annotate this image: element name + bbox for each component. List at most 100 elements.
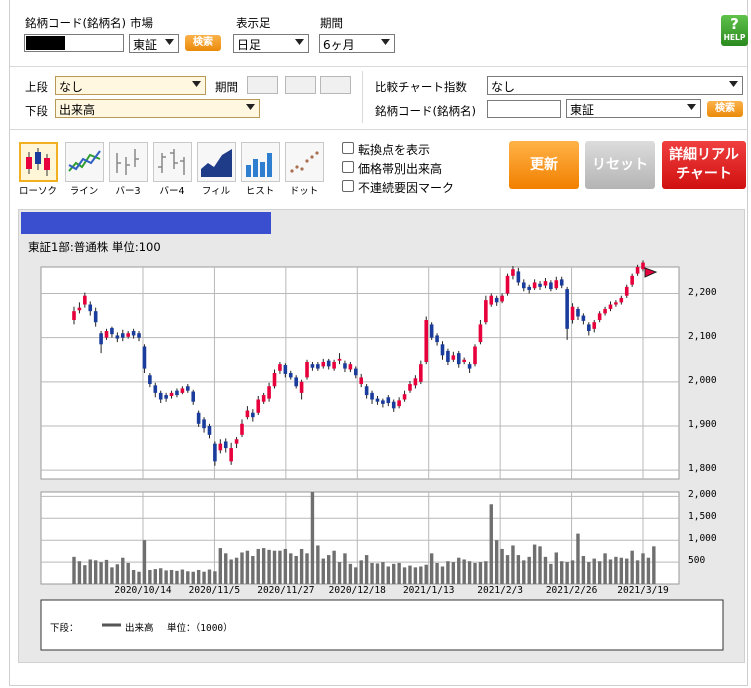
candle-body: [202, 419, 206, 429]
volume-bar: [310, 492, 315, 584]
candle-body: [424, 320, 429, 362]
x-tick-label: 2020/11/5: [188, 585, 241, 596]
candle-body: [245, 410, 250, 418]
volume-bar: [131, 569, 136, 584]
volume-bar: [478, 562, 483, 584]
volume-bar: [326, 555, 331, 584]
candle-body: [142, 346, 147, 369]
candle-body: [364, 386, 369, 396]
volume-bar: [234, 557, 239, 584]
volume-bar: [245, 550, 250, 584]
candle-body: [326, 360, 331, 367]
candle-body: [489, 295, 494, 305]
volume-bar: [608, 559, 613, 584]
volume-bar: [554, 552, 558, 584]
candle-body: [440, 344, 445, 356]
volume-bar: [186, 571, 190, 584]
candle-body: [148, 375, 152, 385]
volume-bar: [381, 562, 385, 584]
volume-tick-label: 500: [688, 555, 706, 567]
volume-tick-label: 1,000: [688, 533, 717, 545]
candle-body: [180, 388, 185, 393]
volume-bar: [635, 560, 640, 584]
candle-body: [370, 392, 374, 400]
volume-bar: [419, 566, 423, 584]
volume-bar: [511, 545, 515, 584]
candle-body: [343, 363, 347, 369]
volume-tick-label: 2,000: [688, 489, 717, 501]
volume-bar: [402, 567, 407, 584]
volume-bar: [560, 561, 564, 584]
volume-bar: [169, 569, 174, 584]
volume-bar: [549, 563, 553, 584]
candle-body: [299, 381, 304, 393]
candle-body: [559, 279, 564, 286]
candle-body: [218, 443, 223, 451]
volume-bar: [283, 548, 288, 584]
candle-body: [310, 364, 315, 368]
candle-body: [435, 335, 439, 343]
candle-body: [451, 355, 456, 360]
candle-body: [619, 297, 624, 303]
candle-body: [500, 295, 504, 302]
volume-bar: [375, 563, 380, 584]
volume-bar: [289, 553, 293, 584]
candle-body: [126, 333, 130, 337]
volume-bar: [538, 546, 542, 584]
candle-body: [207, 426, 212, 435]
candle-body: [158, 392, 163, 400]
candle-body: [446, 350, 450, 362]
x-tick-label: 2021/2/26: [545, 585, 598, 596]
volume-tick-label: 1,500: [688, 511, 717, 523]
candle-body: [521, 282, 526, 289]
candle-body: [549, 282, 553, 290]
candle-body: [104, 331, 109, 338]
volume-bar: [348, 563, 353, 584]
volume-bar: [424, 564, 428, 584]
candle-body: [213, 443, 217, 462]
candle-body: [614, 302, 618, 305]
x-tick-label: 2020/11/27: [257, 585, 315, 596]
candle-body: [413, 378, 418, 386]
volume-bar: [392, 563, 396, 584]
x-tick-label: 2021/2/3: [477, 585, 524, 596]
candle-body: [456, 353, 461, 365]
volume-bar: [213, 571, 217, 584]
volume-bar: [397, 562, 401, 584]
candle-body: [175, 390, 179, 396]
volume-bar: [180, 569, 185, 584]
volume-bar: [77, 561, 82, 584]
volume-bar: [93, 560, 98, 584]
volume-bar: [543, 556, 548, 584]
volume-bar: [202, 571, 206, 584]
candle-body: [288, 373, 293, 378]
volume-bar: [614, 556, 618, 584]
x-tick-label: 2020/12/18: [328, 585, 386, 596]
volume-bar: [299, 548, 304, 584]
volume-bar: [218, 548, 223, 584]
volume-bar: [527, 556, 531, 584]
candle-body: [229, 448, 233, 462]
candle-body: [283, 365, 288, 374]
candle-body: [635, 267, 640, 274]
volume-bar: [261, 548, 266, 584]
candle-body: [581, 315, 586, 321]
volume-bar: [159, 568, 163, 584]
candle-body: [294, 377, 298, 387]
candle-body: [391, 401, 396, 409]
candle-body: [191, 391, 196, 402]
volume-bar: [104, 559, 109, 584]
candle-body: [359, 377, 364, 385]
volume-bar: [603, 553, 607, 584]
volume-bar: [592, 558, 596, 584]
candle-body: [592, 322, 597, 329]
volume-bar: [354, 567, 358, 584]
candle-body: [630, 275, 634, 285]
candle-body: [99, 333, 103, 345]
volume-bar: [148, 569, 152, 584]
legend-prefix: 下段：: [50, 623, 79, 634]
candle-body: [169, 392, 174, 396]
volume-bar: [532, 544, 537, 584]
volume-bar: [652, 546, 656, 584]
price-tick-label: 1,800: [688, 463, 717, 475]
